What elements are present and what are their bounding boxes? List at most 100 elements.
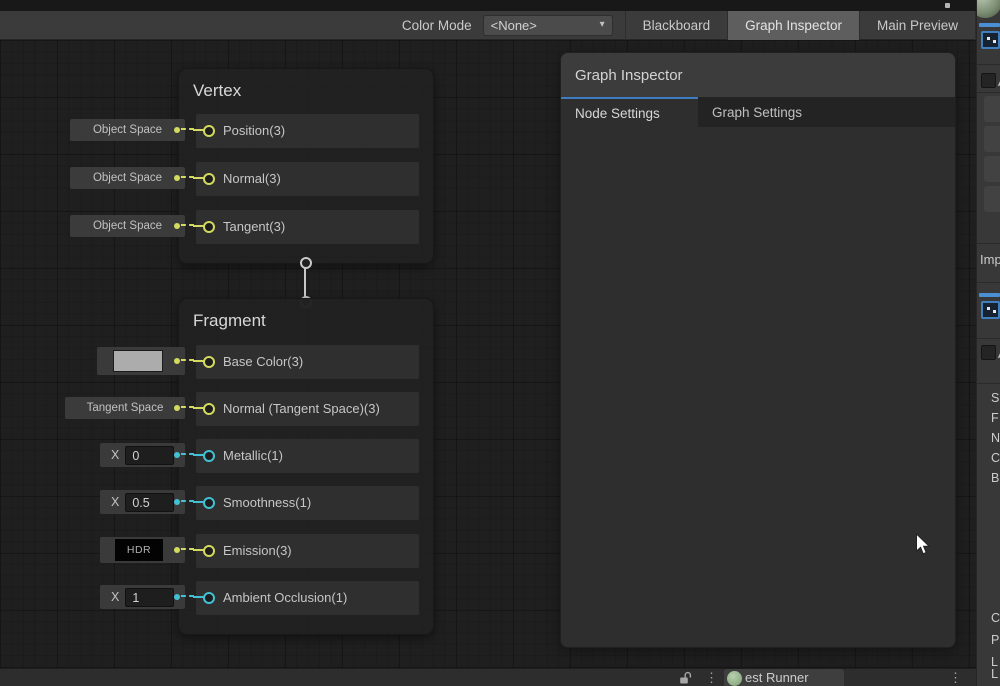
- truncated-property-label: S: [991, 391, 999, 405]
- inspector-tab-bar: Node Settings Graph Settings: [561, 97, 955, 127]
- window-top-strip: [0, 0, 976, 11]
- port-row-emission: Emission(3): [196, 534, 419, 568]
- inspector-field-row[interactable]: [984, 156, 1000, 182]
- input-port-icon[interactable]: [203, 221, 215, 233]
- port-connector-dot: [174, 175, 180, 181]
- port-row-normal-ts: Normal (Tangent Space)(3): [196, 392, 419, 426]
- input-port-icon[interactable]: [203, 356, 215, 368]
- divider: [977, 383, 1000, 384]
- input-port-icon[interactable]: [203, 592, 215, 604]
- node-title: Fragment: [193, 311, 266, 331]
- port-row-ambient-occlusion: Ambient Occlusion(1): [196, 581, 419, 615]
- color-mode-dropdown[interactable]: <None> ▾: [483, 15, 613, 36]
- float-input[interactable]: 0.5: [125, 493, 174, 512]
- port-connector-dot: [174, 594, 180, 600]
- kebab-menu-icon[interactable]: ⋮: [705, 670, 718, 686]
- smoothness-float-field: X 0.5: [100, 490, 185, 514]
- truncated-property-label: P: [991, 633, 999, 647]
- port-connector-dot: [174, 127, 180, 133]
- hdr-swatch[interactable]: HDR: [115, 539, 163, 561]
- port-row-tangent: Tangent(3): [196, 210, 419, 244]
- truncated-property-label: C: [991, 611, 1000, 625]
- x-axis-label: X: [111, 448, 119, 462]
- x-axis-label: X: [111, 495, 119, 509]
- space-dropdown[interactable]: Tangent Space: [65, 397, 185, 419]
- input-port-icon[interactable]: [203, 403, 215, 415]
- divider: [977, 243, 1000, 244]
- port-connector-dot: [174, 223, 180, 229]
- main-preview-toggle-button[interactable]: Main Preview: [859, 11, 976, 40]
- kebab-menu-icon[interactable]: ⋮: [949, 670, 962, 686]
- port-label: Smoothness(1): [223, 486, 311, 520]
- float-input[interactable]: 0: [125, 446, 174, 465]
- port-connector-dot: [174, 452, 180, 458]
- port-connector-dot: [174, 547, 180, 553]
- port-row-position: Position(3): [196, 114, 419, 148]
- graph-inspector-toggle-button[interactable]: Graph Inspector: [727, 11, 859, 40]
- stack-link-top-icon[interactable]: [300, 257, 312, 269]
- fragment-master-node[interactable]: Fragment Base Color(3) Normal (Tangent S…: [178, 298, 434, 635]
- port-connector-line: [193, 501, 204, 503]
- space-dropdown-label: Object Space: [93, 172, 162, 184]
- input-port-icon[interactable]: [203, 173, 215, 185]
- port-connector-line: [193, 596, 204, 598]
- lock-open-icon[interactable]: [679, 671, 692, 685]
- port-row-smoothness: Smoothness(1): [196, 486, 419, 520]
- color-swatch[interactable]: [113, 350, 163, 372]
- asset-icon-bar: [979, 23, 1000, 27]
- space-dropdown-label: Tangent Space: [87, 402, 164, 414]
- port-row-metallic: Metallic(1): [196, 439, 419, 473]
- port-label: Normal (Tangent Space)(3): [223, 392, 380, 426]
- asset-icon-box: [981, 31, 1000, 49]
- float-input[interactable]: 1: [125, 588, 174, 607]
- vertex-master-node[interactable]: Vertex Position(3) Normal(3) Tangent(3): [178, 68, 434, 264]
- truncated-property-label: C: [991, 451, 1000, 465]
- color-mode-value: <None>: [491, 18, 537, 33]
- port-connector-dot: [174, 499, 180, 505]
- space-dropdown[interactable]: Object Space: [70, 215, 185, 237]
- port-label: Tangent(3): [223, 210, 285, 244]
- enabled-checkbox[interactable]: [981, 73, 996, 88]
- truncated-property-label: F: [991, 411, 999, 425]
- divider: [977, 64, 1000, 65]
- window-dot-icon: [945, 3, 950, 8]
- shader-graph-window: Color Mode <None> ▾ Blackboard Graph Ins…: [0, 0, 1000, 686]
- space-dropdown[interactable]: Object Space: [70, 167, 185, 189]
- space-dropdown-label: Object Space: [93, 124, 162, 136]
- blackboard-toggle-button[interactable]: Blackboard: [625, 11, 728, 40]
- asset-icon-bar: [979, 293, 1000, 297]
- input-port-icon[interactable]: [203, 545, 215, 557]
- divider: [977, 92, 1000, 93]
- input-port-icon[interactable]: [203, 497, 215, 509]
- tab-graph-settings[interactable]: Graph Settings: [698, 97, 816, 127]
- test-runner-tab-label: est Runner: [745, 669, 809, 686]
- port-connector-line: [193, 129, 204, 131]
- graph-inspector-panel: Graph Inspector Node Settings Graph Sett…: [560, 52, 956, 648]
- inspector-body: [561, 127, 955, 648]
- inspector-field-row[interactable]: [984, 126, 1000, 152]
- tab-node-settings[interactable]: Node Settings: [561, 97, 698, 127]
- status-bar: ⋮ est Runner ⋮: [0, 668, 976, 686]
- port-row-normal: Normal(3): [196, 162, 419, 196]
- port-connector-line: [193, 454, 204, 456]
- mouse-cursor-icon: [915, 533, 931, 556]
- space-dropdown[interactable]: Object Space: [70, 119, 185, 141]
- test-runner-tab[interactable]: est Runner: [724, 669, 844, 686]
- inspector-field-row[interactable]: [984, 96, 1000, 122]
- base-color-field[interactable]: [97, 347, 185, 375]
- emission-color-field[interactable]: HDR: [100, 537, 185, 563]
- input-port-icon[interactable]: [203, 125, 215, 137]
- port-connector-line: [193, 177, 204, 179]
- stack-link-edge: [304, 267, 306, 297]
- port-connector-line: [193, 549, 204, 551]
- inspector-field-row[interactable]: [984, 186, 1000, 212]
- shader-graph-asset-icon: [979, 22, 1000, 58]
- graph-toolbar: Color Mode <None> ▾ Blackboard Graph Ins…: [0, 11, 976, 40]
- divider: [977, 282, 1000, 283]
- chevron-down-icon: ▾: [600, 20, 605, 30]
- input-port-icon[interactable]: [203, 450, 215, 462]
- enabled-checkbox[interactable]: [981, 345, 996, 360]
- graph-inspector-title: Graph Inspector: [561, 53, 955, 97]
- preview-sphere-icon: [976, 0, 1000, 18]
- port-label: Ambient Occlusion(1): [223, 581, 347, 615]
